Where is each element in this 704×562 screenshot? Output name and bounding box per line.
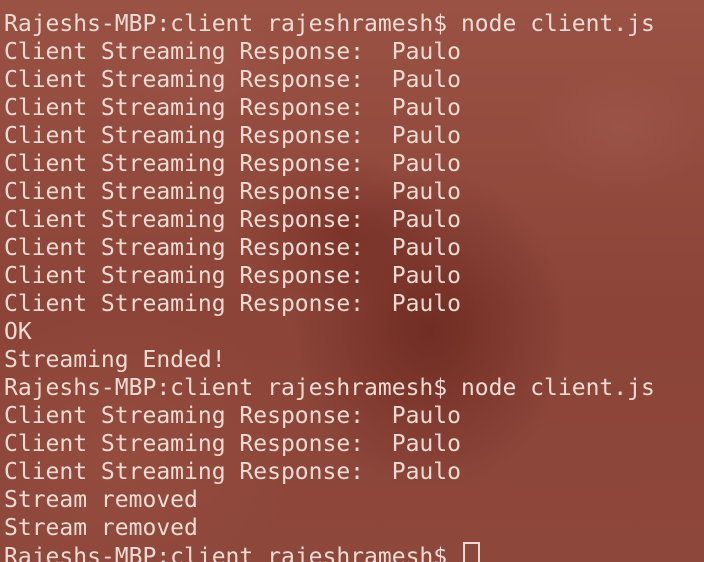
terminal-line: Client Streaming Response: Paulo bbox=[4, 459, 461, 485]
terminal-line: Stream removed bbox=[4, 515, 198, 541]
prompt-line[interactable]: Rajeshs-MBP:client rajeshramesh$ bbox=[4, 542, 704, 562]
terminal-line: Client Streaming Response: Paulo bbox=[4, 235, 461, 261]
terminal-line: Client Streaming Response: Paulo bbox=[4, 67, 461, 93]
terminal-line: Rajeshs-MBP:client rajeshramesh$ node cl… bbox=[4, 375, 655, 401]
terminal-window[interactable]: Rajeshs-MBP:client rajeshramesh$ node cl… bbox=[0, 0, 704, 562]
terminal-line: Client Streaming Response: Paulo bbox=[4, 39, 461, 65]
terminal-line: Client Streaming Response: Paulo bbox=[4, 291, 461, 317]
shell-prompt: Rajeshs-MBP:client rajeshramesh$ bbox=[4, 544, 461, 562]
terminal-line: Rajeshs-MBP:client rajeshramesh$ node cl… bbox=[4, 11, 655, 37]
terminal-line: Client Streaming Response: Paulo bbox=[4, 263, 461, 289]
terminal-line: Client Streaming Response: Paulo bbox=[4, 95, 461, 121]
text-cursor bbox=[462, 542, 480, 562]
terminal-line: Client Streaming Response: Paulo bbox=[4, 403, 461, 429]
terminal-line: OK bbox=[4, 319, 32, 345]
terminal-line: Client Streaming Response: Paulo bbox=[4, 179, 461, 205]
terminal-line: Stream removed bbox=[4, 487, 198, 513]
terminal-line: Client Streaming Response: Paulo bbox=[4, 123, 461, 149]
terminal-line: Client Streaming Response: Paulo bbox=[4, 207, 461, 233]
terminal-line: Client Streaming Response: Paulo bbox=[4, 431, 461, 457]
terminal-line: Streaming Ended! bbox=[4, 347, 226, 373]
terminal-line: Client Streaming Response: Paulo bbox=[4, 151, 461, 177]
